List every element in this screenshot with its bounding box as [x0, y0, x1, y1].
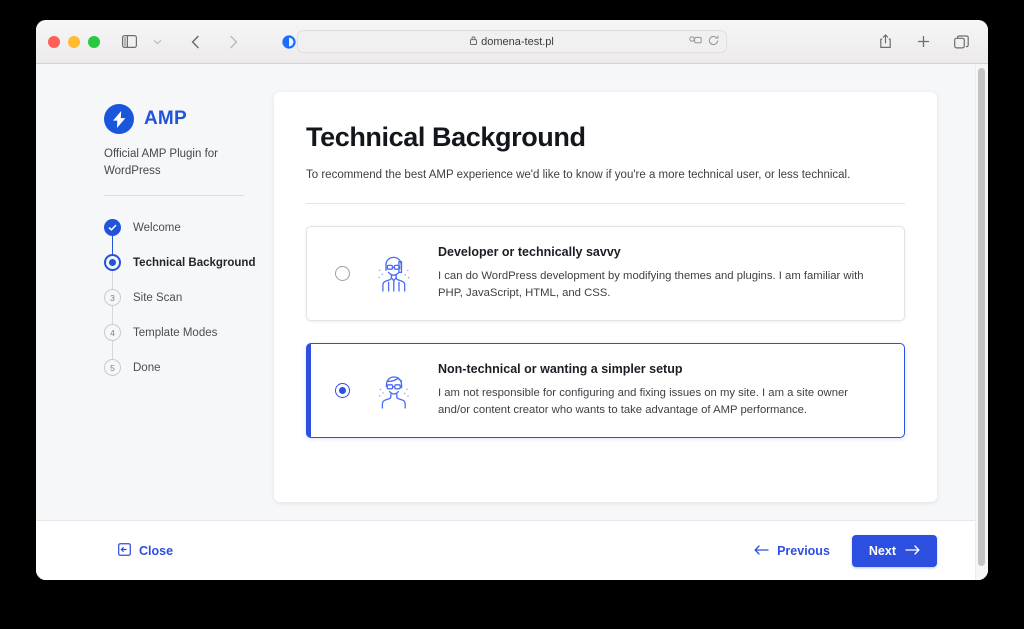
sidebar-item-label: Welcome: [133, 221, 181, 234]
onboarding-main: Technical Background To recommend the be…: [274, 92, 975, 520]
page-viewport: AMP Official AMP Plugin for WordPress We…: [36, 64, 988, 580]
sidebar-item-label: Template Modes: [133, 326, 218, 339]
non-technical-avatar-icon: [364, 368, 424, 412]
sidebar-item-template-modes[interactable]: 4 Template Modes: [104, 315, 274, 350]
close-button-label: Close: [139, 543, 174, 558]
developer-avatar-icon: [364, 251, 424, 295]
browser-toolbar: domena-test.pl: [36, 20, 988, 64]
sidebar-item-label: Site Scan: [133, 291, 183, 304]
onboarding-stepper: Welcome Technical Background 3 Site Scan…: [104, 210, 274, 385]
reload-icon[interactable]: [708, 35, 719, 49]
footer-actions: Previous Next: [754, 534, 937, 567]
sidebar-item-site-scan[interactable]: 3 Site Scan: [104, 280, 274, 315]
previous-button-label: Previous: [777, 543, 830, 558]
sidebar-item-technical-background[interactable]: Technical Background: [104, 245, 274, 280]
minimize-window-button[interactable]: [68, 35, 80, 48]
arrow-right-icon: [905, 544, 920, 558]
option-title: Non-technical or wanting a simpler setup: [438, 361, 683, 376]
option-description: I can do WordPress development by modify…: [438, 270, 864, 299]
divider: [306, 203, 905, 204]
brand: AMP: [104, 104, 274, 134]
sidebar-icon[interactable]: [116, 29, 142, 55]
brand-subtitle: Official AMP Plugin for WordPress: [104, 148, 218, 177]
option-developer[interactable]: Developer or technically savvy I can do …: [306, 226, 905, 321]
brand-name: AMP: [144, 108, 187, 129]
sidebar-item-label: Technical Background: [133, 256, 256, 269]
onboarding-footer: Close Previous Next: [36, 520, 975, 580]
content-card: Technical Background To recommend the be…: [274, 92, 937, 502]
zoom-window-button[interactable]: [88, 35, 100, 48]
chevron-down-icon[interactable]: [144, 29, 170, 55]
option-text: Non-technical or wanting a simpler setup…: [438, 362, 882, 419]
next-button-label: Next: [868, 543, 896, 558]
step-number-badge: 5: [104, 359, 121, 377]
toolbar-right-actions: [872, 20, 974, 63]
browser-window: domena-test.pl AMP Official AMP Plugin f…: [36, 20, 988, 580]
forward-icon[interactable]: [220, 29, 246, 55]
puzzle-icon[interactable]: [689, 35, 702, 48]
step-number-badge: 4: [104, 324, 121, 342]
sidebar-divider: [104, 195, 244, 197]
share-icon[interactable]: [872, 29, 898, 55]
amp-onboarding-page: AMP Official AMP Plugin for WordPress We…: [36, 64, 975, 580]
option-text: Developer or technically savvy I can do …: [438, 245, 882, 302]
address-bar-actions: [689, 31, 719, 52]
onboarding-sidebar: AMP Official AMP Plugin for WordPress We…: [36, 92, 274, 520]
arrow-left-icon: [754, 544, 769, 558]
close-window-button[interactable]: [48, 35, 60, 48]
page-description: To recommend the best AMP experience we'…: [306, 169, 851, 181]
step-number-badge: 3: [104, 289, 121, 307]
page-body: AMP Official AMP Plugin for WordPress We…: [36, 64, 975, 520]
sidebar-item-label: Done: [133, 361, 161, 374]
close-button[interactable]: Close: [118, 542, 174, 559]
radio-non-technical[interactable]: [335, 382, 350, 398]
sidebar-item-done[interactable]: 5 Done: [104, 350, 274, 385]
check-icon: [104, 219, 121, 237]
radio-developer[interactable]: [335, 265, 350, 281]
scrollbar-thumb[interactable]: [978, 68, 985, 566]
navigation-controls: [116, 29, 246, 55]
address-bar[interactable]: domena-test.pl: [297, 30, 727, 53]
address-bar-url: domena-test.pl: [481, 35, 554, 48]
current-step-dot-icon: [104, 254, 121, 272]
amp-bolt-icon: [104, 104, 134, 134]
option-description: I am not responsible for configuring and…: [438, 386, 849, 416]
window-controls: [48, 35, 100, 48]
sidebar-item-welcome[interactable]: Welcome: [104, 210, 274, 245]
page-title: Technical Background: [306, 122, 586, 152]
step-connector-idle: [112, 262, 113, 368]
address-bar-container: domena-test.pl: [297, 30, 727, 53]
lock-icon: [470, 36, 478, 47]
tabs-icon[interactable]: [948, 29, 974, 55]
plus-icon[interactable]: [910, 29, 936, 55]
next-button[interactable]: Next: [851, 534, 937, 567]
option-title: Developer or technically savvy: [438, 245, 621, 259]
option-non-technical[interactable]: Non-technical or wanting a simpler setup…: [306, 342, 905, 438]
back-icon[interactable]: [182, 29, 208, 55]
previous-button[interactable]: Previous: [754, 544, 830, 558]
exit-icon: [118, 542, 131, 559]
vertical-scrollbar[interactable]: [975, 64, 988, 580]
